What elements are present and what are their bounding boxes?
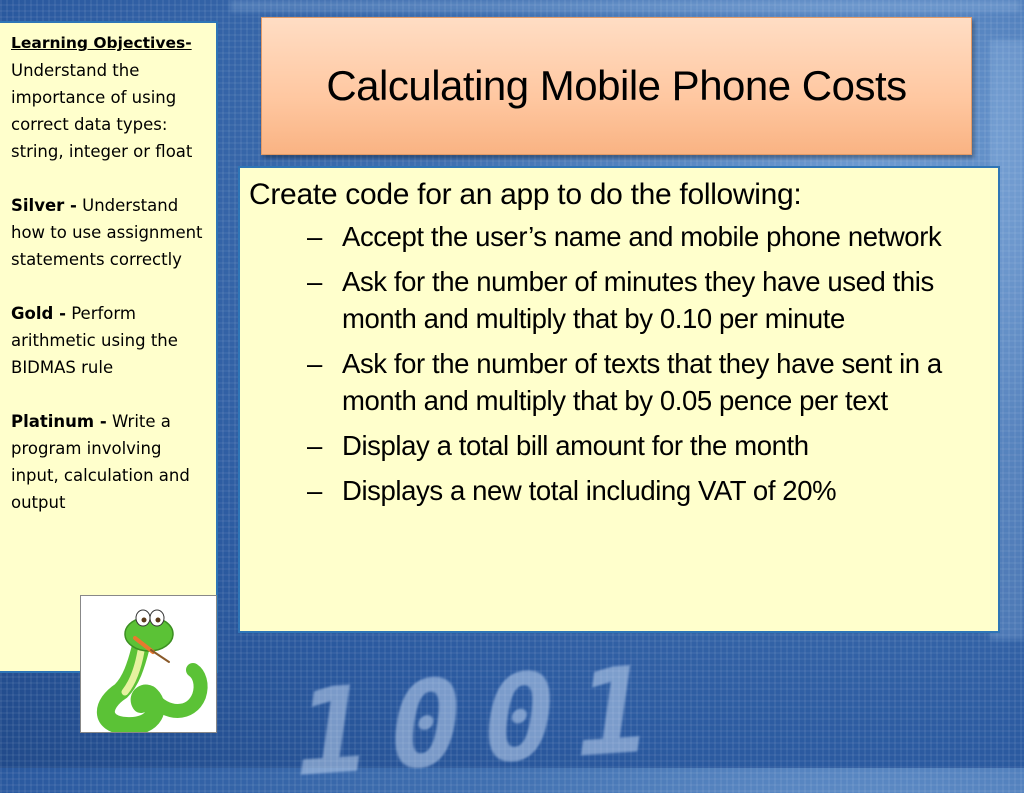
objective-level-label: Gold - bbox=[11, 304, 66, 323]
objective-platinum: Platinum - Write a program involving inp… bbox=[11, 408, 208, 516]
objective-level-label: Platinum - bbox=[11, 412, 107, 431]
task-item: – Displays a new total including VAT of 2… bbox=[299, 472, 988, 509]
objective-silver: Silver - Understand how to use assignmen… bbox=[11, 192, 208, 273]
task-intro: Create code for an app to do the followi… bbox=[249, 178, 802, 211]
slide-title-box: Calculating Mobile Phone Costs bbox=[261, 17, 972, 155]
slide-title: Calculating Mobile Phone Costs bbox=[326, 62, 907, 109]
task-item: – Ask for the number of minutes they have… bbox=[299, 263, 988, 337]
task-item: – Ask for the number of texts that they h… bbox=[299, 345, 988, 419]
task-item-text: Ask for the number of texts that they ha… bbox=[342, 348, 942, 416]
task-item-text: Ask for the number of minutes they have … bbox=[342, 266, 934, 334]
objectives-intro: Understand the importance of using corre… bbox=[11, 61, 193, 161]
objective-level-label: Silver - bbox=[11, 196, 77, 215]
task-item-text: Accept the user’s name and mobile phone … bbox=[342, 221, 942, 252]
dash-bullet-icon: – bbox=[307, 475, 322, 506]
background-streak bbox=[230, 0, 1020, 12]
objectives-heading: Learning Objectives- bbox=[11, 34, 192, 52]
python-snake-mascot-icon bbox=[80, 595, 217, 736]
task-panel: Create code for an app to do the followi… bbox=[238, 166, 1000, 633]
task-list: – Accept the user’s name and mobile phone… bbox=[249, 218, 988, 509]
task-item: – Display a total bill amount for the mon… bbox=[299, 427, 988, 464]
dash-bullet-icon: – bbox=[307, 348, 322, 379]
objective-gold: Gold - Perform arithmetic using the BIDM… bbox=[11, 300, 208, 381]
dash-bullet-icon: – bbox=[307, 221, 322, 252]
task-item: – Accept the user’s name and mobile phone… bbox=[299, 218, 988, 255]
task-item-text: Displays a new total including VAT of 20… bbox=[342, 475, 837, 506]
task-item-text: Display a total bill amount for the mont… bbox=[342, 430, 809, 461]
dash-bullet-icon: – bbox=[307, 266, 322, 297]
dash-bullet-icon: – bbox=[307, 430, 322, 461]
learning-objectives-panel: Learning Objectives- Understand the impo… bbox=[0, 21, 218, 673]
